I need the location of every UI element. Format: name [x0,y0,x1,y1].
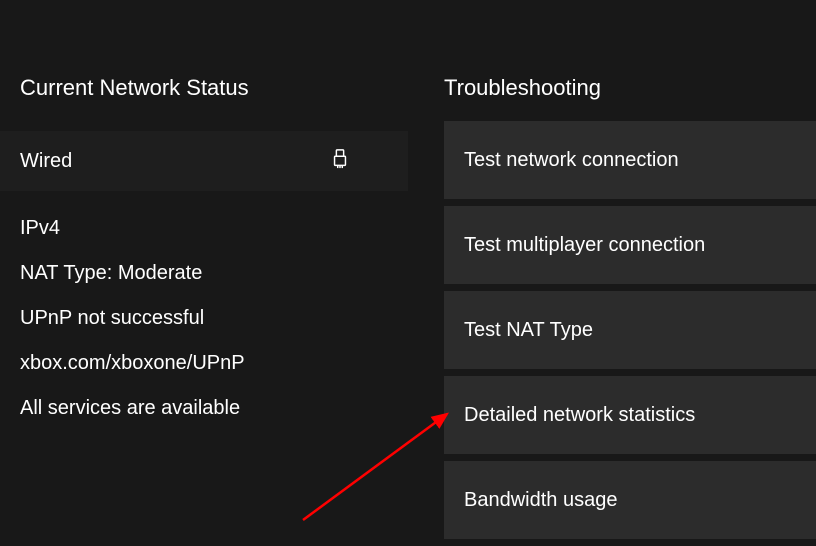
status-info-ipv4: IPv4 [20,217,424,240]
connection-type-label: Wired [20,150,72,173]
network-status-heading: Current Network Status [20,75,424,101]
status-info-list: IPv4 NAT Type: Moderate UPnP not success… [20,217,424,420]
status-info-services: All services are available [20,397,424,420]
troubleshooting-menu: Test network connection Test multiplayer… [444,121,816,539]
status-info-nat-type: NAT Type: Moderate [20,262,424,285]
connection-type-row[interactable]: Wired [0,131,408,191]
menu-label: Test multiplayer connection [464,234,705,257]
menu-label: Test NAT Type [464,319,593,342]
menu-item-test-multiplayer[interactable]: Test multiplayer connection [444,206,816,284]
troubleshooting-heading: Troubleshooting [444,75,816,101]
menu-item-detailed-statistics[interactable]: Detailed network statistics [444,376,816,454]
menu-label: Test network connection [464,149,679,172]
menu-item-test-nat[interactable]: Test NAT Type [444,291,816,369]
ethernet-icon [332,149,348,174]
status-info-upnp-url: xbox.com/xboxone/UPnP [20,352,424,375]
troubleshooting-panel: Troubleshooting Test network connection … [444,75,816,546]
menu-item-bandwidth-usage[interactable]: Bandwidth usage [444,461,816,539]
menu-label: Detailed network statistics [464,404,695,427]
network-status-panel: Current Network Status Wired IPv4 NAT Ty… [0,75,444,546]
menu-item-test-network[interactable]: Test network connection [444,121,816,199]
status-info-upnp: UPnP not successful [20,307,424,330]
menu-label: Bandwidth usage [464,489,617,512]
